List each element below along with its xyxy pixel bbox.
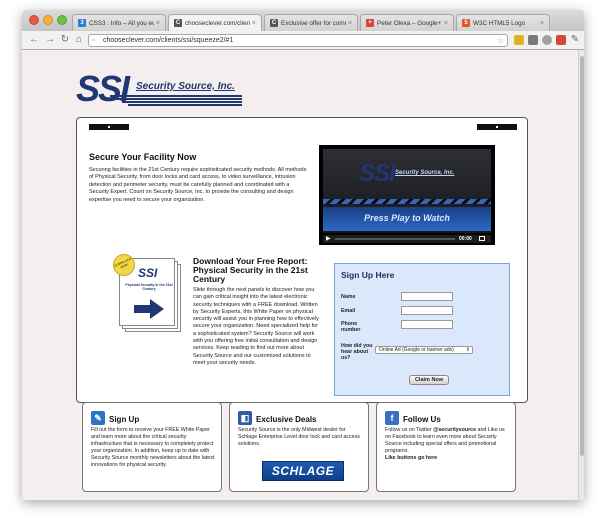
html5-favicon-icon: 5 [462,19,470,27]
tab-chooseclever[interactable]: C chooseclever.com/clients/ss × [168,14,262,31]
close-window-button[interactable] [29,15,39,25]
tab-bar: 3 CSS3 : Info – All you ever ne × C choo… [22,10,584,31]
tab-close-icon[interactable]: × [540,20,544,27]
report-text: Slide through the next panels to discove… [193,287,319,366]
claim-now-button[interactable]: Claim Now [409,375,449,385]
tab-html5-logo[interactable]: 5 W3C HTML5 Logo × [456,14,550,31]
video-controls: ▶ 00:00 [323,235,491,243]
slider-prev-tab[interactable] [89,124,129,130]
name-field[interactable] [401,292,453,301]
report-cover-image: SSI Physical Security in the 21st Centur… [109,250,181,332]
google-plus-favicon-icon: + [366,19,374,27]
logo-stripes [110,95,242,109]
hear-about-select[interactable]: Online Ad (Google or banner ads) ⇕ [375,346,473,354]
report-logo: SSI [138,266,158,280]
follow-us-box: f Follow Us Follow us on Twitter @securi… [376,402,516,492]
schlage-logo[interactable]: SCHLAGE [262,461,344,481]
play-icon[interactable]: ▶ [326,236,331,242]
back-arrow-icon[interactable]: ← [28,34,40,46]
signup-form: Sign Up Here Name Email Phone number How… [334,263,510,396]
page-favicon-icon: C [270,19,278,27]
ssi-logo[interactable]: SSI Security Source, Inc. [76,69,246,113]
video-time: 00:00 [459,236,472,242]
page-viewport: SSI Security Source, Inc. Secure Your Fa… [22,50,578,500]
follow-box-text: Follow us on Twitter @securitysource and… [385,427,505,462]
maximize-window-button[interactable] [57,15,67,25]
bookmark-star-icon[interactable]: ☆ [497,35,504,46]
tab-css3-info[interactable]: 3 CSS3 : Info – All you ever ne × [72,14,166,31]
page-scrollbar[interactable] [578,50,584,500]
video-stripe [323,199,491,204]
extension-icon[interactable] [556,35,566,45]
intro-title: Secure Your Facility Now [89,152,197,162]
page-favicon-icon: C [174,19,182,27]
minimize-window-button[interactable] [43,15,53,25]
deals-box-title: Exclusive Deals [256,415,317,424]
email-field[interactable] [401,306,453,315]
signup-box-text: Fill out the form to receive your FREE W… [91,427,215,469]
social-icon: f [385,411,399,425]
url-text: chooseclever.com/clients/ssi/squeeze2/#1 [103,37,234,44]
hear-about-label: How did you hear about us? [341,343,373,361]
email-label: Email [341,308,356,314]
main-panel: Secure Your Facility Now Securing facili… [76,117,528,403]
tab-exclusive-offer[interactable]: C Exclusive offer for commerci × [264,14,358,31]
video-player[interactable]: SSI Security Source, Inc. Press Play to … [319,145,495,245]
form-icon: ✎ [91,411,105,425]
tab-close-icon[interactable]: × [156,20,160,27]
intro-text: Securing facilities in the 21st Century … [89,167,307,203]
slider-next-tab[interactable] [477,124,517,130]
home-icon[interactable]: ⌂ [73,34,85,46]
extension-icon[interactable] [542,35,552,45]
tab-google-plus[interactable]: + Peter Olexa – Google+ × [360,14,454,31]
report-title: Download Your Free Report: Physical Secu… [193,256,308,284]
tab-close-icon[interactable]: × [444,20,448,27]
signup-box-title: Sign Up [109,415,140,424]
tab-close-icon[interactable]: × [252,20,256,27]
browser-toolbar: ← → ↻ ⌂ ▫ chooseclever.com/clients/ssi/s… [22,31,584,50]
like-buttons-note: Like buttons go here [385,455,438,462]
extension-icon[interactable] [528,35,538,45]
wrench-menu-icon[interactable]: ✎ [569,34,581,46]
address-bar[interactable]: ▫ chooseclever.com/clients/ssi/squeeze2/… [88,34,508,47]
extension-icon[interactable] [514,35,524,45]
signup-box: ✎ Sign Up Fill out the form to receive y… [82,402,222,492]
phone-label: Phone number [341,321,361,333]
css3-favicon-icon: 3 [78,19,86,27]
forward-arrow-icon[interactable]: → [44,34,56,46]
logo-text: Security Source, Inc. [136,81,235,92]
follow-box-title: Follow Us [403,415,441,424]
video-progress-bar[interactable] [335,238,455,240]
fullscreen-icon[interactable] [479,236,485,241]
name-label: Name [341,294,356,300]
report-cover-title: Physical Security in the 21st Century [125,283,173,292]
arrow-right-icon [134,299,164,319]
video-play-text: Press Play to Watch [364,213,450,223]
page-icon: ▫ [92,37,95,44]
video-logo-text: Security Source, Inc. [395,170,455,176]
reload-icon[interactable]: ↻ [59,34,71,46]
deals-box-text: Security Source is the only Midwest deal… [238,427,360,448]
signup-title: Sign Up Here [341,270,395,280]
deals-icon: ◧ [238,411,252,425]
twitter-handle[interactable]: @securitysource [433,427,476,433]
exclusive-deals-box: ◧ Exclusive Deals Security Source is the… [229,402,369,492]
tab-close-icon[interactable]: × [348,20,352,27]
select-arrows-icon: ⇕ [465,347,470,353]
browser-window: 3 CSS3 : Info – All you ever ne × C choo… [22,10,584,500]
video-logo-mark: SSI [359,160,396,187]
phone-field[interactable] [401,320,453,329]
video-poster[interactable]: SSI Security Source, Inc. Press Play to … [323,149,491,233]
scrollbar-thumb[interactable] [580,56,584,456]
